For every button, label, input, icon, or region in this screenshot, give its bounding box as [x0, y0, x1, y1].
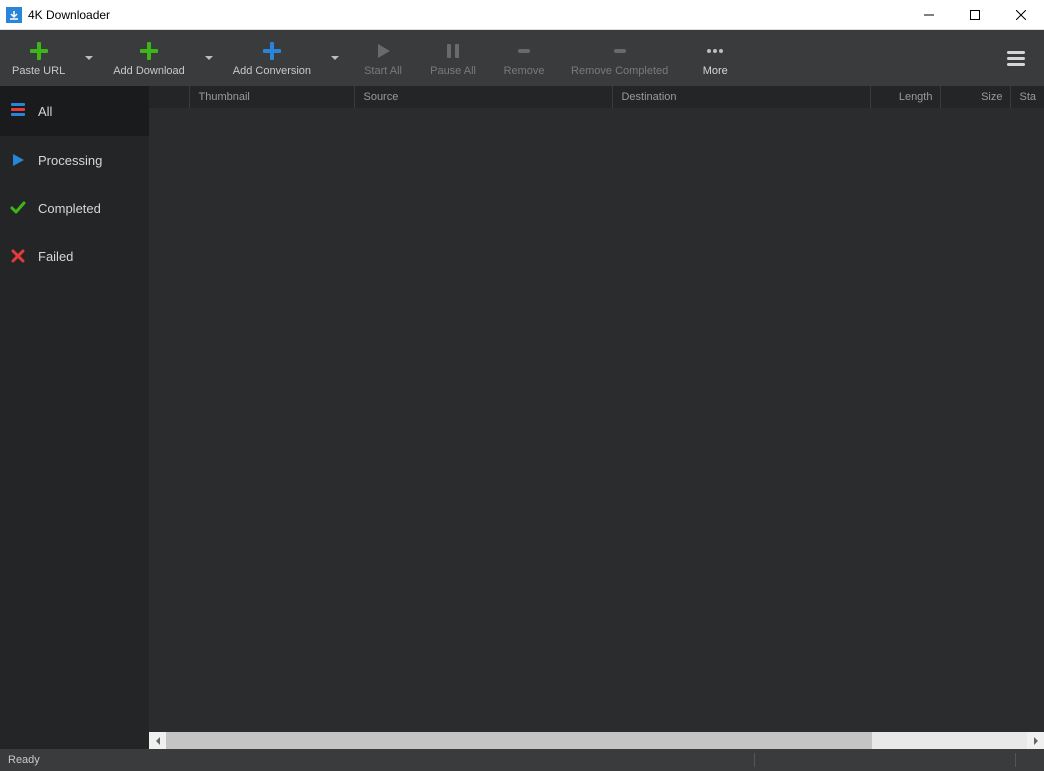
scroll-left-button[interactable] — [149, 732, 166, 749]
column-header-size[interactable]: Size — [940, 86, 1010, 108]
add-download-button[interactable]: Add Download — [101, 39, 197, 77]
column-header-blank[interactable] — [149, 86, 189, 108]
horizontal-scrollbar[interactable] — [149, 732, 1044, 749]
sidebar-item-processing[interactable]: Processing — [0, 136, 149, 184]
table-content-empty — [149, 108, 1044, 732]
sidebar-failed-label: Failed — [38, 249, 73, 264]
paste-url-button[interactable]: Paste URL — [0, 39, 77, 77]
scroll-thumb[interactable] — [166, 732, 872, 749]
pause-all-button[interactable]: Pause All — [418, 39, 488, 77]
pause-all-label: Pause All — [430, 65, 476, 77]
sidebar-all-label: All — [38, 104, 52, 119]
column-header-status[interactable]: Sta — [1010, 86, 1044, 108]
dots-icon — [705, 39, 725, 63]
add-download-dropdown[interactable] — [197, 54, 221, 62]
sidebar-processing-label: Processing — [38, 153, 102, 168]
pause-icon — [443, 39, 463, 63]
more-label: More — [703, 65, 728, 77]
column-header-source[interactable]: Source — [354, 86, 612, 108]
add-download-label: Add Download — [113, 65, 185, 77]
chevron-down-icon — [205, 56, 213, 60]
add-conversion-label: Add Conversion — [233, 65, 311, 77]
titlebar: 4K Downloader — [0, 0, 1044, 30]
main-panel: Thumbnail Source Destination Length Size… — [149, 86, 1044, 749]
start-all-label: Start All — [364, 65, 402, 77]
statusbar: Ready — [0, 749, 1044, 771]
sidebar: All Processing Completed Failed — [0, 86, 149, 749]
sidebar-item-all[interactable]: All — [0, 86, 149, 136]
chevron-right-icon — [1034, 737, 1038, 745]
column-header-destination[interactable]: Destination — [612, 86, 870, 108]
scroll-track[interactable] — [166, 732, 1027, 749]
status-text: Ready — [8, 754, 40, 766]
table-header: Thumbnail Source Destination Length Size… — [149, 86, 1044, 108]
minus-icon — [514, 39, 534, 63]
statusbar-separator — [1015, 753, 1016, 767]
scroll-right-button[interactable] — [1027, 732, 1044, 749]
app-icon — [6, 7, 22, 23]
plus-icon — [261, 39, 283, 63]
remove-label: Remove — [504, 65, 545, 77]
check-icon — [10, 200, 26, 216]
play-icon — [373, 39, 393, 63]
hamburger-menu-button[interactable] — [988, 47, 1044, 69]
chevron-down-icon — [85, 56, 93, 60]
maximize-button[interactable] — [952, 0, 998, 30]
hamburger-icon — [1005, 47, 1027, 69]
remove-completed-button[interactable]: Remove Completed — [559, 39, 680, 77]
start-all-button[interactable]: Start All — [348, 39, 418, 77]
sidebar-item-failed[interactable]: Failed — [0, 232, 149, 280]
minus-icon — [610, 39, 630, 63]
plus-icon — [28, 39, 50, 63]
remove-button[interactable]: Remove — [489, 39, 559, 77]
paste-url-label: Paste URL — [12, 65, 65, 77]
plus-icon — [138, 39, 160, 63]
all-icon — [10, 101, 26, 122]
column-header-thumbnail[interactable]: Thumbnail — [189, 86, 354, 108]
chevron-left-icon — [156, 737, 160, 745]
close-button[interactable] — [998, 0, 1044, 30]
paste-url-dropdown[interactable] — [77, 54, 101, 62]
statusbar-separator — [754, 753, 755, 767]
more-button[interactable]: More — [680, 39, 750, 77]
main-body: All Processing Completed Failed Thumbnai… — [0, 86, 1044, 749]
x-icon — [10, 248, 26, 264]
toolbar: Paste URL Add Download Add Conversion St… — [0, 30, 1044, 86]
sidebar-item-completed[interactable]: Completed — [0, 184, 149, 232]
sidebar-completed-label: Completed — [38, 201, 101, 216]
play-icon — [10, 152, 26, 168]
minimize-button[interactable] — [906, 0, 952, 30]
remove-completed-label: Remove Completed — [571, 65, 668, 77]
chevron-down-icon — [331, 56, 339, 60]
window-title: 4K Downloader — [28, 8, 110, 22]
column-header-length[interactable]: Length — [870, 86, 940, 108]
add-conversion-dropdown[interactable] — [323, 54, 347, 62]
add-conversion-button[interactable]: Add Conversion — [221, 39, 323, 77]
